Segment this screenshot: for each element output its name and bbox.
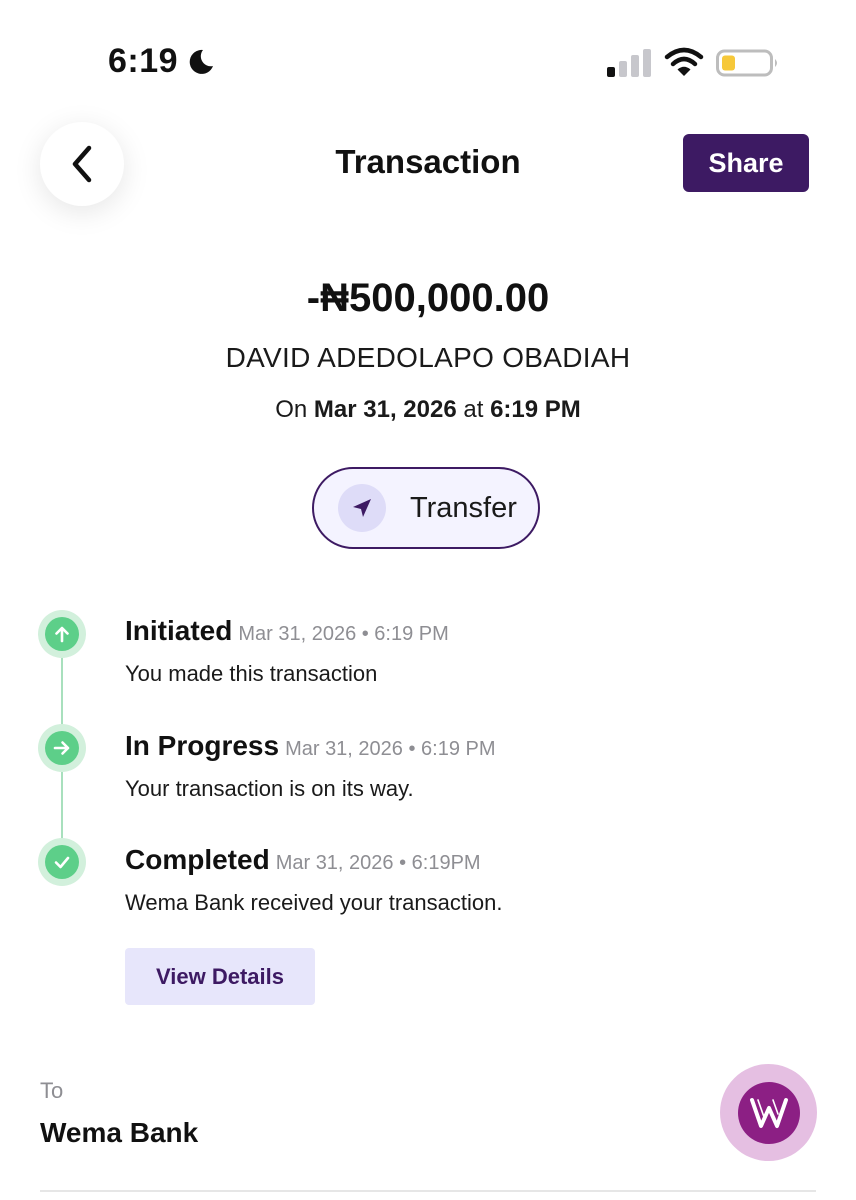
timeline-step-title: Initiated Mar 31, 2026 • 6:19 PM <box>125 615 449 647</box>
timeline-connector <box>61 658 63 730</box>
share-button[interactable]: Share <box>683 134 809 192</box>
recipient-name: DAVID ADEDOLAPO OBADIAH <box>225 342 631 373</box>
timeline-step-description: Wema Bank received your transaction. <box>125 890 503 915</box>
wifi-icon <box>664 47 704 76</box>
timeline-step-completed-marker <box>38 838 86 886</box>
transaction-datetime: On Mar 31, 2026 at 6:19 PM <box>0 396 856 424</box>
transaction-time: 6:19 PM <box>490 396 581 423</box>
moon-icon <box>189 49 213 74</box>
cellular-signal-icon <box>607 49 651 77</box>
battery-level <box>722 55 735 71</box>
send-arrow-icon <box>353 499 371 517</box>
status-bar-time: 6:19 <box>108 42 179 80</box>
timeline-step-timestamp: Mar 31, 2026 • 6:19 PM <box>238 623 449 645</box>
date-prefix: On <box>275 396 308 423</box>
timeline-step-in-progress-marker <box>38 724 86 772</box>
transaction-date: Mar 31, 2026 <box>313 396 457 423</box>
timeline-step-title: Completed Mar 31, 2026 • 6:19PM <box>125 844 481 876</box>
battery-icon <box>716 49 777 77</box>
timeline-step-initiated-marker <box>38 610 86 658</box>
destination-label: To <box>40 1078 64 1103</box>
transfer-icon-circle <box>338 484 386 532</box>
timeline-step-in-progress-title: In Progress <box>125 730 280 761</box>
destination-bank-name: Wema Bank <box>40 1117 199 1148</box>
transaction-type-pill[interactable]: Transfer <box>312 467 540 549</box>
transaction-amount: -₦500,000.00 <box>306 276 550 320</box>
timeline-step-description: You made this transaction <box>125 661 378 686</box>
timeline-step-initiated-title: Initiated <box>125 615 233 646</box>
timeline-step-timestamp: Mar 31, 2026 • 6:19PM <box>275 852 481 874</box>
wema-w-mark <box>749 1097 788 1128</box>
section-divider <box>40 1190 816 1192</box>
timeline-connector <box>61 772 63 844</box>
wema-bank-logo-icon <box>720 1064 817 1161</box>
view-details-button[interactable]: View Details <box>125 948 315 1005</box>
arrow-right-icon <box>53 741 70 755</box>
date-joiner: at <box>463 396 484 423</box>
timeline-step-title: In Progress Mar 31, 2026 • 6:19 PM <box>125 730 496 762</box>
check-icon <box>54 856 70 869</box>
arrow-up-icon <box>55 626 69 643</box>
timeline-step-description: Your transaction is on its way. <box>125 776 414 801</box>
timeline-step-completed-title: Completed <box>125 844 270 875</box>
transaction-type-label: Transfer <box>410 491 517 524</box>
timeline-step-timestamp: Mar 31, 2026 • 6:19 PM <box>285 738 496 760</box>
